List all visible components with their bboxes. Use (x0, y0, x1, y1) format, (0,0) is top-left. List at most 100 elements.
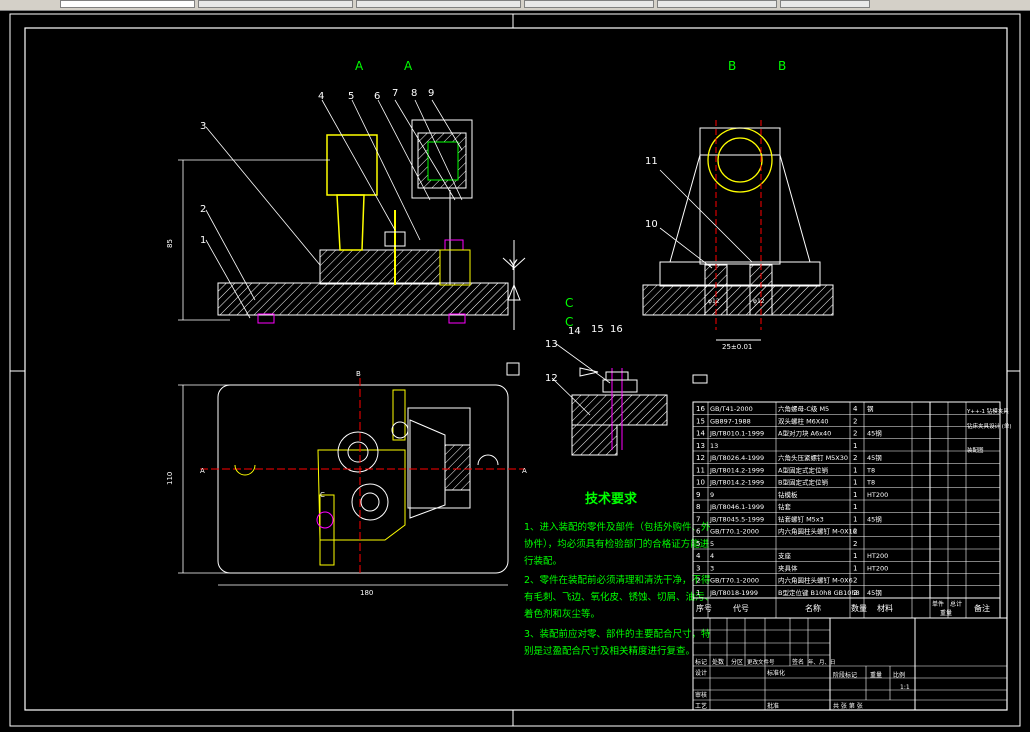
bom-cell-mat: T8 (866, 466, 875, 474)
front-section-view: Y (217, 119, 526, 330)
bom-cell-mat: 钢 (867, 405, 874, 413)
callout-1: 1 (200, 235, 206, 246)
tb-standard: 标准化 (767, 669, 785, 677)
tb-process: 工艺 (695, 702, 707, 710)
bom-cell-no: 15 (696, 417, 705, 425)
tb-docno: 更改文件号 (747, 658, 775, 666)
bom-cell-qty: 2 (853, 417, 857, 425)
bom-cell-no: 1 (696, 589, 700, 597)
bom-cell-no: 13 (696, 442, 705, 450)
bom-cell-qty: 1 (853, 466, 857, 474)
callout-15: 15 (591, 324, 604, 335)
bom-header-name: 名称 (805, 603, 821, 613)
bom-cell-code: JB/T8026.4-1999 (709, 454, 764, 462)
bom-cell-name: B型定位键 B10h8 GB10h8 (778, 588, 860, 597)
bom-cell-name: 夹具体 (778, 563, 798, 572)
label-section-c-1: C (565, 296, 573, 310)
tech-title: 技术要求 (585, 491, 638, 507)
cad-drawing-canvas[interactable]: A A B B C C Y 1 2 3 4 5 6 7 8 9 10 11 12… (0, 11, 1030, 732)
callout-12: 12 (545, 373, 558, 384)
callout-11: 11 (645, 156, 658, 167)
tb-count: 处数 (712, 658, 724, 666)
bom-header-single: 单件 (932, 600, 944, 608)
bom-header-total: 总计 (950, 600, 962, 608)
tb-sheets: 共 张 第 张 (833, 702, 863, 710)
axis-y-label: Y (508, 258, 518, 274)
tb-date: 年、月、日 (808, 658, 836, 666)
dim-fit-1: φ12 (708, 298, 720, 305)
tech-line-1: 1、进入装配的零件及部件（包括外购件、外 (524, 521, 711, 533)
bom-cell-name: 六角螺母-C级 M5 (778, 404, 829, 413)
callout-5: 5 (348, 91, 354, 102)
label-section-b-1: B (728, 59, 736, 73)
bom-cell-no: 12 (696, 454, 705, 462)
outer-frame (9, 13, 1021, 727)
dim-height-top: 110 (166, 472, 174, 485)
bom-header-mat: 材料 (877, 603, 893, 613)
label-section-a-1: A (355, 59, 364, 73)
tab-drawing-3[interactable] (356, 0, 521, 8)
bom-cell-qty: 2 (853, 430, 857, 438)
bom-cell-mat: HT200 (867, 564, 888, 572)
bom-cell-qty: 2 (853, 454, 857, 462)
bom-cell-mat: HT200 (867, 552, 888, 560)
label-section-b-2: B (778, 59, 786, 73)
ucs-icon-2 (692, 374, 708, 384)
bom-cell-qty: 1 (853, 564, 857, 572)
callout-14: 14 (568, 326, 581, 337)
side-title-2: 钻床夹具设计 (单) (967, 422, 1012, 430)
tab-strip (0, 0, 1030, 11)
tab-drawing-1[interactable] (60, 0, 195, 8)
tech-line-7: 3、装配前应对零、部件的主要配合尺寸，特 (524, 628, 711, 640)
ucs-icon (506, 362, 520, 376)
bom-header-weight: 重量 (940, 609, 952, 617)
bom-cell-qty: 2 (853, 540, 857, 548)
mark-a-right: A (522, 467, 527, 475)
side-section-view (642, 120, 834, 341)
tech-line-6: 着色剂和灰尘等。 (524, 608, 600, 620)
tab-drawing-4[interactable] (524, 0, 654, 8)
bom-cell-no: 11 (696, 466, 705, 474)
dim-height-front: 85 (166, 239, 174, 248)
dim-side: 25±0.01 (722, 343, 752, 351)
bom-cell-mat: 45钢 (867, 430, 882, 438)
bom-cell-code: 13 (710, 442, 718, 450)
label-section-a-2: A (404, 59, 413, 73)
bom-cell-code: JB/T8046.1-1999 (709, 503, 764, 511)
tb-zone: 分区 (731, 658, 743, 666)
bom-cell-qty: 2 (853, 528, 857, 536)
callout-2: 2 (200, 204, 206, 215)
bom-cell-code: GB897-1988 (710, 417, 751, 425)
bom-cell-code: 3 (710, 564, 714, 572)
bom-cell-no: 5 (696, 540, 700, 548)
bom-cell-name: A型对刀块 A6x40 (778, 429, 831, 438)
title-block: 标记 处数 分区 更改文件号 签名 年、月、日 设计 标准化 阶段标记 重量 比… (692, 617, 1008, 711)
bom-cell-no: 7 (696, 515, 700, 523)
side-title-3: 装配图 (967, 446, 984, 454)
bom-cell-qty: 1 (853, 479, 857, 487)
tab-drawing-6[interactable] (780, 0, 870, 8)
bom-rows: 16 GB/T41-2000 六角螺母-C级 M5 4 钢15 GB897-1988 双头螺… (693, 404, 1000, 599)
callout-4: 4 (318, 91, 324, 102)
bom-cell-name: 内六角圆柱头螺钉 M-0X16 (778, 527, 857, 536)
bom-cell-no: 16 (696, 405, 705, 413)
tech-line-2: 协件），均必须具有检验部门的合格证方能进 (524, 538, 710, 550)
bom-cell-name: 钻模板 (778, 490, 798, 499)
technical-requirements: 技术要求 1、进入装配的零件及部件（包括外购件、外 协件），均必须具有检验部门的… (524, 491, 714, 657)
tab-drawing-2[interactable] (198, 0, 353, 8)
bom-cell-no: 4 (696, 552, 701, 560)
bom-cell-code: 4 (710, 552, 714, 560)
bom-cell-mat: 45钢 (867, 515, 882, 523)
bom-cell-code: GB/T70.1-2000 (710, 577, 759, 585)
tech-line-8: 别是过盈配合尺寸及相关精度进行复查。 (524, 645, 695, 657)
bom-cell-mat: 45钢 (867, 589, 882, 597)
bom-side-title: Y++-1 钻模夹具 钻床夹具设计 (单) 装配图 (966, 407, 1012, 454)
bom-cell-qty: 2 (853, 577, 857, 585)
bom-cell-qty: 1 (853, 503, 857, 511)
callout-10: 10 (645, 219, 658, 230)
side-title-1: Y++-1 钻模夹具 (966, 407, 1009, 415)
tech-line-4: 2、零件在装配前必须清理和清洗干净，不得 (524, 574, 711, 586)
tab-drawing-5[interactable] (657, 0, 777, 8)
bom-header-qty: 数量 (851, 603, 867, 613)
bom-cell-code: JB/T8045.5-1999 (709, 515, 764, 523)
